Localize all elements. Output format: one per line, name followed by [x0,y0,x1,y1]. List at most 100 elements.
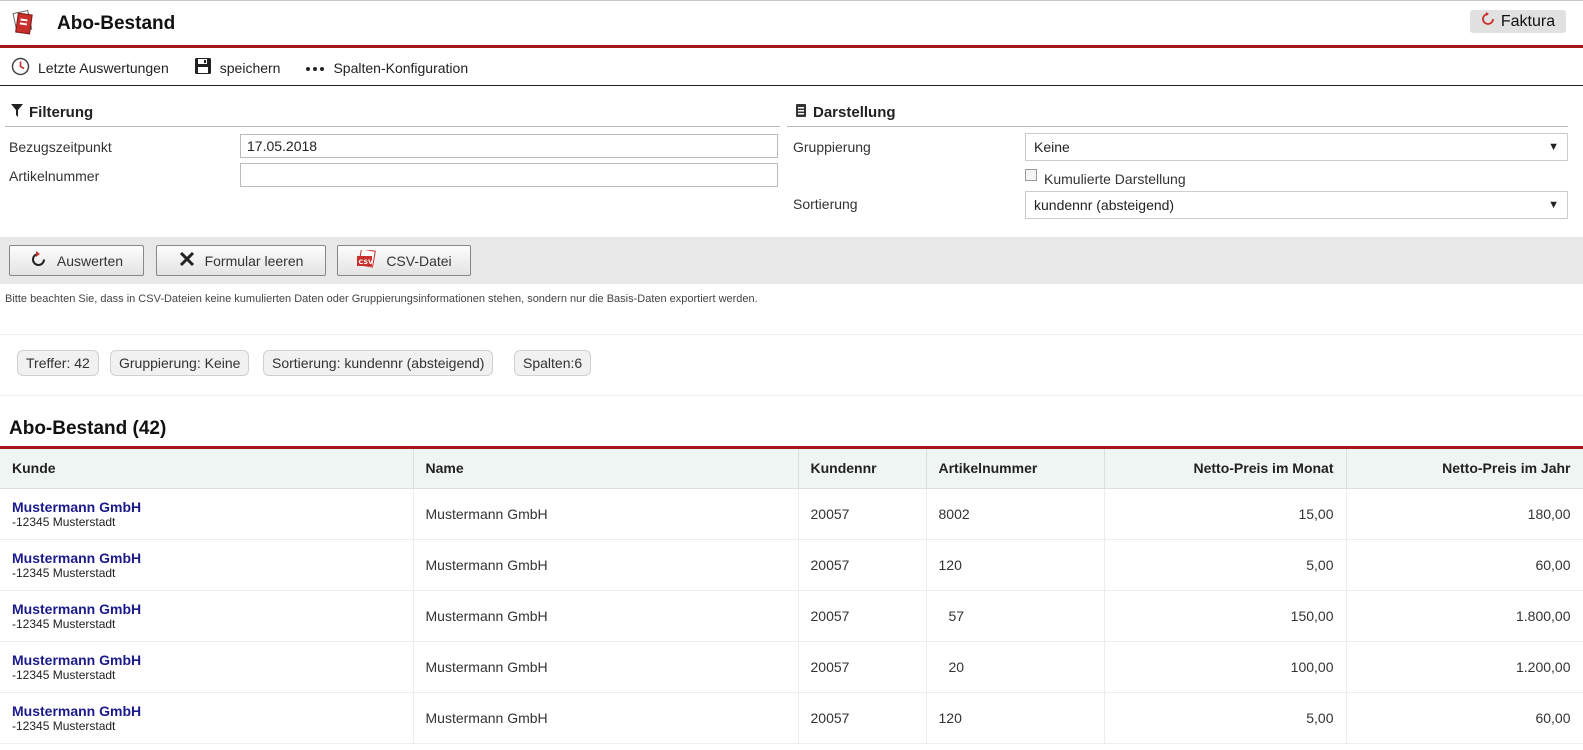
chip-columns: Spalten:6 [514,350,592,376]
save-button[interactable]: speichern [194,57,281,78]
customer-link[interactable]: Mustermann GmbH [12,499,401,515]
evaluate-button[interactable]: Auswerten [9,245,144,276]
table-row: Mustermann GmbH -12345 Musterstadt Muster… [0,590,1583,642]
cumulative-label: Kumulierte Darstellung [1044,171,1186,187]
cell-netto-jahr: 1.200,00 [1346,641,1583,693]
app-logo-icon [12,9,34,36]
csv-export-label: CSV-Datei [386,252,452,269]
cell-kunde: Mustermann GmbH -12345 Musterstadt [0,692,414,744]
customer-city: -12345 Musterstadt [12,565,116,580]
cell-name: Mustermann GmbH [413,539,799,591]
csv-note: Bitte beachten Sie, dass in CSV-Dateien … [5,293,758,305]
close-x-icon [179,251,195,270]
table-header-row: Kunde Name Kundennr Artikelnummer Netto-… [0,449,1583,489]
sort-select[interactable]: kundennr (absteigend) ▼ [1025,191,1568,219]
sort-value: kundennr (absteigend) [1034,197,1175,213]
toolbar: Letzte Auswertungen speichern Spalten-Ko… [0,50,1583,86]
chip-sorting: Sortierung: kundennr (absteigend) [263,350,494,376]
customer-city: -12345 Musterstadt [12,667,116,682]
cell-kundennr: 20057 [798,590,927,642]
cell-kunde: Mustermann GmbH -12345 Musterstadt [0,641,414,693]
column-config-label: Spalten-Konfiguration [333,59,469,76]
customer-city: -12345 Musterstadt [12,718,116,733]
cell-artikelnummer: 20 [926,641,1105,693]
clear-form-label: Formular leeren [204,252,304,269]
clock-icon [11,57,30,79]
cell-netto-monat: 100,00 [1104,641,1347,693]
chip-hits: Treffer: 42 [17,350,99,376]
faktura-button[interactable]: Faktura [1470,10,1566,33]
floppy-disk-icon [194,57,212,78]
col-header-artikelnummer[interactable]: Artikelnummer [926,449,1105,489]
cell-artikelnummer: 120 [926,539,1105,591]
cell-netto-monat: 15,00 [1104,488,1347,540]
save-label: speichern [219,59,281,76]
cell-name: Mustermann GmbH [413,590,799,642]
cell-netto-jahr: 60,00 [1346,539,1583,591]
recent-evaluations-button[interactable]: Letzte Auswertungen [11,57,169,79]
customer-link[interactable]: Mustermann GmbH [12,652,401,668]
cell-artikelnummer: 57 [926,590,1105,642]
top-border [0,0,1583,1]
chevron-down-icon: ▼ [1548,199,1559,211]
filter-title: Filterung [29,104,94,121]
recent-evaluations-label: Letzte Auswertungen [38,59,169,76]
cumulative-option: Kumulierte Darstellung [1025,167,1186,187]
grouping-value: Keine [1034,139,1070,155]
filter-icon [11,104,23,121]
table-row: Mustermann GmbH -12345 Musterstadt Muster… [0,539,1583,591]
page-title: Abo-Bestand [57,13,176,34]
svg-text:CSV: CSV [359,258,374,266]
grouping-select[interactable]: Keine ▼ [1025,133,1568,161]
cell-netto-monat: 5,00 [1104,692,1347,744]
chip-grouping: Gruppierung: Keine [110,350,250,376]
filter-divider [5,126,780,127]
display-divider [787,126,1568,127]
cell-netto-jahr: 1.800,00 [1346,590,1583,642]
cell-kundennr: 20057 [798,692,927,744]
chevron-down-icon: ▼ [1548,141,1559,153]
refresh-icon [30,250,47,271]
cell-name: Mustermann GmbH [413,641,799,693]
customer-link[interactable]: Mustermann GmbH [12,550,401,566]
cell-kunde: Mustermann GmbH -12345 Musterstadt [0,590,414,642]
csv-export-button[interactable]: CSV CSV-Datei [337,245,471,276]
evaluate-label: Auswerten [56,252,124,269]
cell-name: Mustermann GmbH [413,488,799,540]
customer-city: -12345 Musterstadt [12,514,116,529]
cell-artikelnummer: 120 [926,692,1105,744]
cell-kundennr: 20057 [798,641,927,693]
customer-city: -12345 Musterstadt [12,616,116,631]
column-config-button[interactable]: Spalten-Konfiguration [305,60,468,76]
cell-netto-jahr: 60,00 [1346,692,1583,744]
col-header-netto-monat[interactable]: Netto-Preis im Monat [1104,449,1347,489]
cell-kundennr: 20057 [798,488,927,540]
article-input[interactable] [240,163,778,187]
customer-link[interactable]: Mustermann GmbH [12,703,401,719]
table-row: Mustermann GmbH -12345 Musterstadt Muster… [0,692,1583,744]
cell-kunde: Mustermann GmbH -12345 Musterstadt [0,539,414,591]
date-label: Bezugszeitpunkt [9,139,112,155]
clear-form-button[interactable]: Formular leeren [156,245,326,276]
cell-netto-monat: 5,00 [1104,539,1347,591]
table-row: Mustermann GmbH -12345 Musterstadt Muster… [0,488,1583,540]
sort-label: Sortierung [793,196,858,212]
col-header-name[interactable]: Name [413,449,799,489]
col-header-kunde[interactable]: Kunde [0,449,414,489]
cumulative-checkbox[interactable] [1025,169,1037,181]
grouping-label: Gruppierung [793,139,871,155]
cell-netto-jahr: 180,00 [1346,488,1583,540]
article-label: Artikelnummer [9,168,100,184]
customer-link[interactable]: Mustermann GmbH [12,601,401,617]
cell-kundennr: 20057 [798,539,927,591]
col-header-netto-jahr[interactable]: Netto-Preis im Jahr [1346,449,1583,489]
col-header-kundennr[interactable]: Kundennr [798,449,927,489]
dots-icon [305,60,325,76]
faktura-label: Faktura [1500,12,1556,30]
date-input[interactable] [240,134,778,158]
document-icon [795,104,807,121]
display-title: Darstellung [813,104,896,121]
table-title: Abo-Bestand (42) [9,418,167,439]
cell-netto-monat: 150,00 [1104,590,1347,642]
cell-artikelnummer: 8002 [926,488,1105,540]
